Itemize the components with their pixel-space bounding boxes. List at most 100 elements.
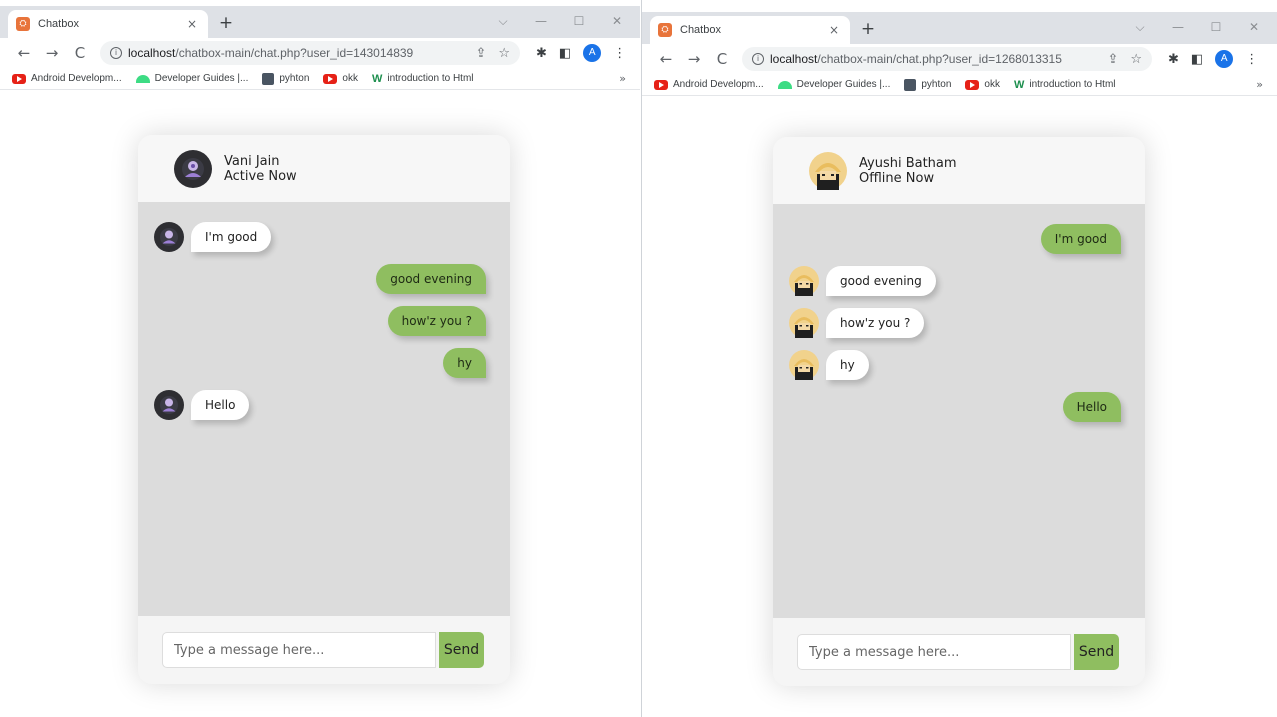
- contact-name: Vani Jain: [224, 153, 280, 169]
- book-icon: [262, 72, 275, 85]
- message-bubble: good evening: [826, 266, 936, 296]
- page-content: Ayushi Batham Offline Now I'm good good …: [642, 97, 1277, 717]
- share-icon[interactable]: ⇪: [475, 46, 486, 61]
- url-text: localhost/chatbox-main/chat.php?user_id=…: [128, 46, 414, 60]
- xampp-favicon-icon: ⛭: [16, 17, 30, 31]
- forward-icon[interactable]: →: [38, 44, 66, 62]
- message-bubble: how'z you ?: [387, 306, 486, 336]
- browser-toolbar: ← → C i localhost/chatbox-main/chat.php?…: [0, 38, 640, 68]
- bookmark-android-developm[interactable]: Android Developm...: [12, 73, 122, 84]
- reload-icon[interactable]: C: [66, 44, 94, 62]
- message-bubble: good evening: [376, 264, 486, 294]
- bookmark-introduction-to-html[interactable]: Wintroduction to Html: [372, 73, 474, 85]
- message-bubble: how'z you ?: [826, 308, 925, 338]
- maximize-button[interactable]: ☐: [1197, 20, 1235, 34]
- bookmark-developer-guides[interactable]: Developer Guides |...: [135, 73, 248, 84]
- side-panel-icon[interactable]: ◧: [559, 46, 571, 61]
- w3-icon: W: [371, 72, 383, 85]
- sender-avatar: [154, 222, 184, 252]
- outgoing-message: Hello: [773, 390, 1145, 424]
- tab-search-icon[interactable]: ⌵: [484, 14, 522, 29]
- contact-status: Offline Now: [859, 170, 935, 186]
- chat-messages: I'm good good evening how'z you ? hy Hel…: [773, 204, 1145, 618]
- tab-title: Chatbox: [680, 24, 721, 36]
- youtube-icon: [965, 79, 980, 90]
- contact-name: Ayushi Batham: [859, 155, 957, 171]
- message-bubble: I'm good: [1040, 224, 1121, 254]
- bookmark-star-icon[interactable]: ☆: [1130, 52, 1142, 67]
- outgoing-message: I'm good: [773, 222, 1145, 256]
- youtube-icon: [654, 79, 668, 90]
- minimize-button[interactable]: —: [1159, 20, 1197, 34]
- message-bubble: hy: [826, 350, 869, 380]
- chat-header: Vani Jain Active Now: [138, 135, 510, 202]
- send-button[interactable]: Send: [439, 632, 484, 668]
- bookmarks-overflow-icon[interactable]: »: [1256, 78, 1263, 91]
- site-info-icon[interactable]: i: [752, 53, 764, 65]
- close-window-button[interactable]: ✕: [598, 14, 636, 28]
- menu-kebab-icon[interactable]: ⋮: [1245, 52, 1258, 67]
- bookmark-android-developm[interactable]: Android Developm...: [654, 79, 764, 90]
- contact-avatar: [809, 151, 847, 190]
- browser-toolbar: ← → C i localhost/chatbox-main/chat.php?…: [642, 44, 1277, 74]
- new-tab-button[interactable]: +: [856, 18, 880, 40]
- side-panel-icon[interactable]: ◧: [1191, 52, 1203, 67]
- forward-icon[interactable]: →: [680, 50, 708, 68]
- minimize-button[interactable]: —: [522, 14, 560, 28]
- send-button[interactable]: Send: [1074, 634, 1119, 670]
- profile-avatar[interactable]: A: [1215, 50, 1234, 68]
- tab-chatbox[interactable]: ⛭ Chatbox ×: [8, 10, 208, 38]
- address-bar[interactable]: i localhost/chatbox-main/chat.php?user_i…: [742, 47, 1152, 71]
- tab-chatbox[interactable]: ⛭ Chatbox ×: [650, 16, 850, 44]
- profile-avatar[interactable]: A: [583, 44, 602, 62]
- back-icon[interactable]: ←: [652, 50, 680, 68]
- contact-details: Ayushi Batham Offline Now: [859, 156, 957, 186]
- site-info-icon[interactable]: i: [110, 47, 122, 59]
- bookmark-okk[interactable]: okk: [323, 73, 358, 84]
- tab-strip: ⛭ Chatbox × + ⌵ — ☐ ✕: [0, 6, 640, 38]
- close-tab-icon[interactable]: ×: [826, 23, 842, 37]
- youtube-icon: [323, 73, 338, 84]
- bookmark-star-icon[interactable]: ☆: [498, 46, 510, 61]
- message-bubble: Hello: [1062, 392, 1121, 422]
- extensions-icon[interactable]: ✱: [1168, 52, 1179, 67]
- bookmark-developer-guides[interactable]: Developer Guides |...: [777, 79, 890, 90]
- outgoing-message: how'z you ?: [138, 304, 510, 338]
- incoming-message: good evening: [773, 264, 1145, 298]
- bookmarks-bar: Android Developm... Developer Guides |..…: [642, 74, 1277, 96]
- browser-window-right: ⛭ Chatbox × + ⌵ — ☐ ✕ ← → C i localhost/…: [641, 0, 1277, 717]
- share-icon[interactable]: ⇪: [1107, 52, 1118, 67]
- chat-wrapper: Vani Jain Active Now I'm good good eveni…: [138, 135, 510, 684]
- tab-search-icon[interactable]: ⌵: [1121, 20, 1159, 35]
- maximize-button[interactable]: ☐: [560, 14, 598, 28]
- message-bubble: I'm good: [191, 222, 272, 252]
- reload-icon[interactable]: C: [708, 50, 736, 68]
- chat-wrapper: Ayushi Batham Offline Now I'm good good …: [773, 137, 1145, 686]
- sender-avatar: [789, 308, 819, 338]
- page-content: Vani Jain Active Now I'm good good eveni…: [0, 91, 640, 717]
- extensions-icon[interactable]: ✱: [536, 46, 547, 61]
- menu-kebab-icon[interactable]: ⋮: [613, 46, 626, 61]
- incoming-message: I'm good: [138, 220, 510, 254]
- bookmark-introduction-to-html[interactable]: Wintroduction to Html: [1014, 79, 1116, 91]
- bookmark-okk[interactable]: okk: [965, 79, 1000, 90]
- message-input[interactable]: [797, 634, 1071, 670]
- chat-messages: I'm good good evening how'z you ? hy Hel…: [138, 202, 510, 616]
- message-input[interactable]: [162, 632, 436, 668]
- bookmark-pyhton[interactable]: pyhton: [262, 72, 309, 85]
- window-controls: ⌵ — ☐ ✕: [1121, 12, 1273, 42]
- omnibox-actions: ⇪ ☆: [475, 46, 510, 61]
- new-tab-button[interactable]: +: [214, 12, 238, 34]
- back-icon[interactable]: ←: [10, 44, 38, 62]
- close-window-button[interactable]: ✕: [1235, 20, 1273, 34]
- xampp-favicon-icon: ⛭: [658, 23, 672, 37]
- typing-area: Send: [773, 618, 1145, 686]
- message-bubble: Hello: [191, 390, 250, 420]
- close-tab-icon[interactable]: ×: [184, 17, 200, 31]
- incoming-message: Hello: [138, 388, 510, 422]
- bookmarks-overflow-icon[interactable]: »: [619, 72, 626, 85]
- bookmark-pyhton[interactable]: pyhton: [904, 78, 951, 91]
- tab-title: Chatbox: [38, 18, 79, 30]
- address-bar[interactable]: i localhost/chatbox-main/chat.php?user_i…: [100, 41, 520, 65]
- tab-strip: ⛭ Chatbox × + ⌵ — ☐ ✕: [642, 12, 1277, 44]
